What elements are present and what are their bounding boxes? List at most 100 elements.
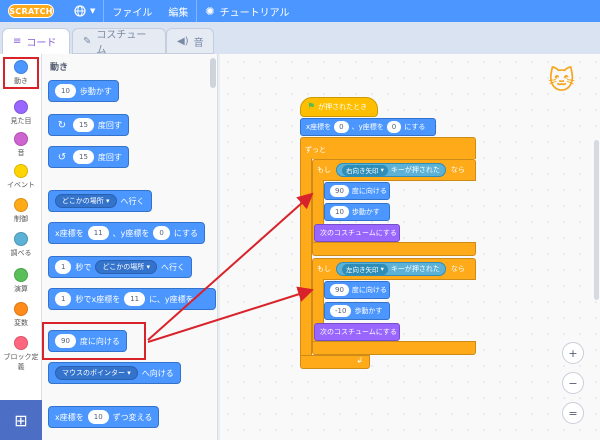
zoom-in-button[interactable]: + [562,342,584,364]
file-menu[interactable]: ファイル [104,0,160,22]
steps-input[interactable]: 10 [330,206,349,218]
then-label: なら [450,166,465,174]
target-dropdown[interactable]: マウスのポインター ▾ [55,366,138,380]
block-label: x座標を [55,228,84,238]
category-sensing[interactable]: 調べる [0,232,42,258]
change-input[interactable]: 10 [87,410,109,424]
chevron-down-icon: ▼ [90,7,96,15]
target-dropdown[interactable]: どこかの場所 ▾ [95,260,158,274]
forever-foot: ↲ [300,355,370,369]
edit-menu[interactable]: 編集 [160,0,196,22]
move-steps-left[interactable]: -10 歩動かす [324,302,390,320]
next-costume-right[interactable]: 次のコスチュームにする [314,224,400,242]
block-label: x座標を [306,123,332,131]
scratch-logo[interactable]: SCRATCH [8,4,54,18]
tab-sounds[interactable]: ◀) 音 [166,28,214,54]
block-label: にする [173,228,198,238]
key-dropdown[interactable]: 右向き矢印 ▾ [342,164,388,176]
direction-input[interactable]: 90 [330,284,349,296]
if-label: もし [317,166,331,174]
dropdown-value: どこかの場所 [102,263,145,271]
tab-code[interactable]: ≡ コード [2,28,70,54]
forever-label: ずっと [305,146,326,154]
block-move-steps[interactable]: 10 歩動かす [48,80,119,102]
block-label: キーが押された [390,265,440,273]
dropdown-value: どこかの場所 [62,197,104,205]
seconds-input[interactable]: 1 [55,260,72,274]
menu-bar: SCRATCH ▼ ファイル 編集 ✺ チュートリアル [0,0,600,22]
y-input[interactable]: 0 [386,121,402,133]
dropdown-value: 左向き矢印 [346,266,379,274]
extension-icon: ⊞ [14,410,28,430]
tab-costumes[interactable]: ✎ コスチューム [72,28,166,56]
block-label: x座標を [55,412,84,422]
category-label: イベント [7,181,35,189]
palette-scrollbar[interactable] [210,58,216,88]
category-menu: 動き 見た目 音 イベント 制御 調べる 演算 変数 ブロック定義 ⊞ [0,54,42,440]
category-operators[interactable]: 演算 [0,268,42,294]
category-control[interactable]: 制御 [0,198,42,224]
green-flag-icon: ⚑ [307,102,316,112]
block-go-to[interactable]: どこかの場所 ▾ へ行く [48,190,152,212]
y-input[interactable]: 0 [153,226,170,240]
x-input[interactable]: 11 [124,292,146,306]
steps-input[interactable]: 10 [55,84,76,98]
sound-dot-icon [14,132,28,146]
language-menu[interactable]: ▼ [66,0,103,22]
category-events[interactable]: イベント [0,164,42,190]
x-input[interactable]: 0 [334,121,349,133]
target-dropdown[interactable]: どこかの場所 ▾ [55,194,117,208]
block-label: 歩動かす [351,208,380,216]
category-label: 制御 [14,215,28,223]
category-my-blocks[interactable]: ブロック定義 [0,336,42,372]
block-turn-left[interactable]: ↺ 15 度回す [48,146,129,168]
speaker-icon: ◀) [177,35,189,47]
block-glide-xy[interactable]: 1 秒でx座標を 11 に、y座標を [48,288,216,310]
block-point-towards[interactable]: マウスのポインター ▾ へ向ける [48,362,181,384]
key-dropdown[interactable]: 左向き矢印 ▾ [342,263,388,275]
tutorial-label: チュートリアル [219,7,290,19]
script-scrollbar[interactable] [594,140,599,300]
steps-input[interactable]: -10 [330,305,352,317]
point-direction-left[interactable]: 90 度に向ける [324,281,390,299]
when-flag-clicked-block[interactable]: ⚑ が押されたとき [300,97,378,117]
add-extension-button[interactable]: ⊞ [0,400,42,440]
key-pressed-left[interactable]: 左向き矢印 ▾ キーが押された [336,262,446,276]
dropdown-value: マウスのポインター [62,369,125,377]
block-label: 秒で [75,262,92,272]
category-variables[interactable]: 変数 [0,302,42,328]
block-change-x[interactable]: x座標を 10 ずつ変える [48,406,160,428]
block-turn-right[interactable]: ↻ 15 度回す [48,114,129,136]
degrees-input[interactable]: 15 [73,118,94,132]
tab-label: コード [26,38,57,49]
block-label: 度回す [97,120,122,130]
category-label: 演算 [14,285,28,293]
my-blocks-dot-icon [14,336,28,350]
block-label: へ向ける [141,368,174,378]
next-costume-left[interactable]: 次のコスチュームにする [314,323,400,341]
control-dot-icon [14,198,28,212]
if-header-left: もし 左向き矢印 ▾ キーが押された なら [312,260,470,278]
block-label: 秒でx座標を [75,294,121,304]
block-label: ずつ変える [112,412,153,422]
variables-dot-icon [14,302,28,316]
block-label: 歩動かす [354,307,383,315]
degrees-input[interactable]: 15 [73,150,94,164]
tutorial-menu[interactable]: ✺ チュートリアル [197,0,297,22]
code-icon: ≡ [13,36,22,47]
set-xy-block[interactable]: x座標を 0 、y座標を 0 にする [300,118,436,136]
seconds-input[interactable]: 1 [55,292,72,306]
move-steps-right[interactable]: 10 歩動かす [324,203,390,221]
block-go-to-xy[interactable]: x座標を 11 、y座標を 0 にする [48,222,205,244]
category-sound[interactable]: 音 [0,132,42,158]
zoom-reset-button[interactable]: = [562,402,584,424]
key-pressed-right[interactable]: 右向き矢印 ▾ キーが押された [336,163,446,177]
block-glide-to[interactable]: 1 秒で どこかの場所 ▾ へ行く [48,256,193,278]
zoom-out-button[interactable]: − [562,372,584,394]
x-input[interactable]: 11 [87,226,109,240]
point-direction-right[interactable]: 90 度に向ける [324,182,390,200]
events-dot-icon [14,164,28,178]
sprite-cat-icon: 🐱 [548,66,576,96]
direction-input[interactable]: 90 [330,185,349,197]
category-looks[interactable]: 見た目 [0,100,42,126]
